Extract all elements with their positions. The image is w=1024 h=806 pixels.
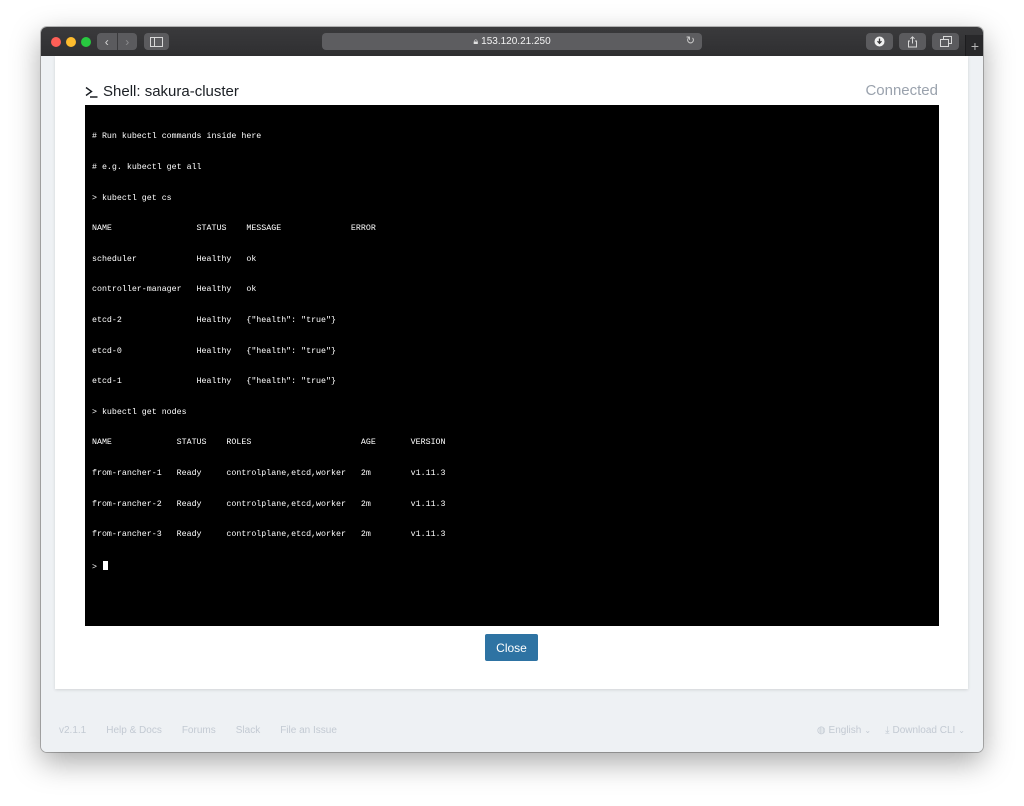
page-content: Shell: sakura-cluster Connected # Run ku… bbox=[41, 56, 983, 752]
browser-titlebar: ‹ › 🔒︎ 153.120.21.250 ↻ + bbox=[41, 27, 983, 57]
terminal-line: # Run kubectl commands inside here bbox=[92, 132, 262, 142]
forums-link[interactable]: Forums bbox=[182, 725, 216, 736]
page-footer: v2.1.1 Help & Docs Forums Slack File an … bbox=[41, 708, 983, 752]
terminal-line: # e.g. kubectl get all bbox=[92, 163, 202, 172]
minimize-window-button[interactable] bbox=[66, 37, 76, 47]
terminal-line: scheduler Healthy ok bbox=[92, 254, 257, 264]
terminal-line: > kubectl get nodes bbox=[92, 407, 187, 417]
language-label: English bbox=[828, 725, 862, 736]
download-cli-label: Download CLI bbox=[892, 725, 956, 736]
address-bar[interactable]: 🔒︎ 153.120.21.250 ↻ bbox=[322, 33, 702, 50]
connection-status: Connected bbox=[865, 82, 938, 99]
language-selector[interactable]: ◍ English ⌄ bbox=[817, 725, 871, 736]
new-tab-button[interactable]: + bbox=[965, 35, 983, 56]
chevron-right-icon: › bbox=[125, 34, 130, 49]
modal-title: Shell: sakura-cluster bbox=[103, 83, 239, 100]
help-docs-link[interactable]: Help & Docs bbox=[106, 725, 162, 736]
url-text: 153.120.21.250 bbox=[481, 36, 551, 47]
globe-icon: ◍ bbox=[816, 725, 826, 736]
terminal-line: > kubectl get cs bbox=[92, 193, 172, 203]
download-cli-button[interactable]: ⤓ Download CLI ⌄ bbox=[885, 725, 965, 736]
terminal-output[interactable]: # Run kubectl commands inside here # e.g… bbox=[85, 105, 939, 626]
terminal-lines: # Run kubectl commands inside here # e.g… bbox=[92, 112, 446, 591]
terminal-prompt-icon bbox=[85, 86, 98, 98]
terminal-line: from-rancher-2 Ready controlplane,etcd,w… bbox=[92, 499, 446, 509]
terminal-line: NAME STATUS ROLES AGE VERSION bbox=[92, 438, 446, 448]
terminal-line: etcd-2 Healthy {"health": "true"} bbox=[92, 315, 336, 325]
sidebar-toggle-button[interactable] bbox=[144, 33, 169, 50]
history-nav: ‹ › bbox=[97, 33, 137, 50]
lock-icon: 🔒︎ bbox=[473, 36, 479, 46]
back-button[interactable]: ‹ bbox=[97, 33, 117, 50]
chevron-left-icon: ‹ bbox=[104, 34, 109, 49]
chevron-down-icon: ⌄ bbox=[958, 726, 965, 735]
version-label: v2.1.1 bbox=[59, 725, 87, 736]
terminal-line: from-rancher-3 Ready controlplane,etcd,w… bbox=[92, 530, 446, 540]
shell-modal: Shell: sakura-cluster Connected # Run ku… bbox=[55, 56, 968, 689]
close-window-button[interactable] bbox=[51, 37, 61, 47]
terminal-line: from-rancher-1 Ready controlplane,etcd,w… bbox=[92, 468, 446, 478]
browser-window: ‹ › 🔒︎ 153.120.21.250 ↻ + Shell: sakura-… bbox=[41, 27, 983, 752]
terminal-line: controller-manager Healthy ok bbox=[92, 285, 257, 295]
download-icon bbox=[874, 36, 885, 47]
tab-overview-button[interactable] bbox=[932, 33, 959, 50]
sidebar-icon bbox=[150, 36, 163, 47]
terminal-cursor bbox=[102, 560, 108, 570]
terminal-line: etcd-1 Healthy {"health": "true"} bbox=[92, 377, 336, 387]
share-button[interactable] bbox=[899, 33, 926, 50]
chevron-down-icon: ⌄ bbox=[864, 726, 872, 735]
forward-button[interactable]: › bbox=[116, 33, 138, 50]
footer-links: v2.1.1 Help & Docs Forums Slack File an … bbox=[59, 725, 357, 736]
terminal-prompt-line[interactable]: > bbox=[92, 560, 446, 572]
tabs-overview-icon bbox=[939, 36, 952, 47]
reload-icon[interactable]: ↻ bbox=[686, 34, 695, 47]
zoom-window-button[interactable] bbox=[81, 37, 91, 47]
close-button[interactable]: Close bbox=[485, 634, 538, 661]
download-icon: ⤓ bbox=[885, 725, 890, 736]
downloads-button[interactable] bbox=[866, 33, 893, 50]
modal-header: Shell: sakura-cluster bbox=[85, 83, 239, 100]
terminal-line: etcd-0 Healthy {"health": "true"} bbox=[92, 346, 336, 356]
terminal-line: NAME STATUS MESSAGE ERROR bbox=[92, 224, 376, 234]
slack-link[interactable]: Slack bbox=[236, 725, 260, 736]
file-issue-link[interactable]: File an Issue bbox=[280, 725, 337, 736]
footer-actions: ◍ English ⌄ ⤓ Download CLI ⌄ bbox=[817, 725, 965, 736]
plus-icon: + bbox=[970, 37, 980, 54]
terminal-prompt: > bbox=[92, 562, 102, 572]
share-icon bbox=[908, 35, 917, 47]
